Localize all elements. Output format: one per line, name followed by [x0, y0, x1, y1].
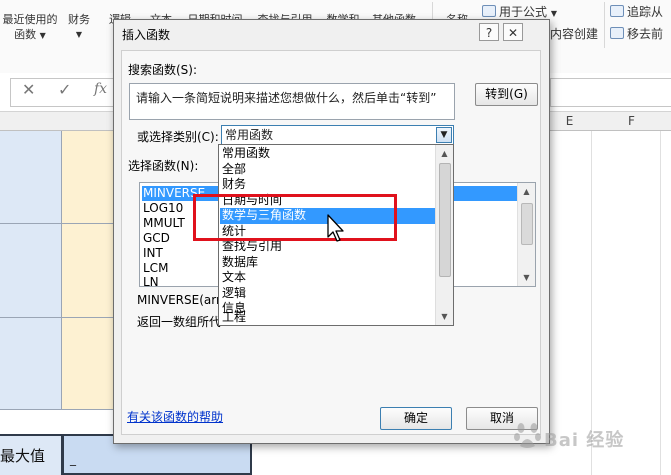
chevron-down-icon: ▼: [550, 9, 557, 18]
list-item[interactable]: LN: [142, 275, 221, 286]
use-in-formula-button[interactable]: 用于公式 ▼: [482, 3, 557, 20]
grid-cell[interactable]: [0, 318, 62, 410]
grid-cell[interactable]: [0, 224, 62, 318]
enter-icon[interactable]: ✓: [58, 80, 71, 99]
help-button[interactable]: ?: [479, 23, 499, 41]
scroll-up-icon[interactable]: ▲: [436, 145, 453, 162]
watermark: Bai 经验: [514, 416, 664, 456]
scroll-thumb[interactable]: [439, 163, 451, 277]
ribbon-separator: [604, 2, 605, 48]
scroll-thumb[interactable]: [521, 203, 533, 245]
mouse-cursor-icon: [327, 214, 344, 242]
search-input[interactable]: 请输入一条简短说明来描述您想做什么，然后单击“转到”: [129, 83, 455, 120]
paw-logo-icon: [514, 423, 541, 448]
cancel-icon[interactable]: ✕: [22, 80, 35, 99]
formula-input[interactable]: [550, 78, 671, 107]
category-select[interactable]: 常用函数 ▼: [221, 125, 454, 145]
scroll-up-icon[interactable]: ▲: [518, 183, 535, 200]
dropdown-item[interactable]: 逻辑: [220, 286, 438, 302]
category-label: 或选择类别(C):: [137, 130, 219, 144]
remove-arrows-icon: [610, 27, 624, 39]
close-icon[interactable]: ✕: [503, 23, 523, 41]
column-header-e[interactable]: E: [547, 112, 593, 131]
chevron-down-icon: ▼: [39, 31, 46, 40]
dropdown-item[interactable]: 常用函数: [220, 146, 438, 162]
trace-precedents-icon: [610, 5, 624, 17]
dropdown-item[interactable]: 工程: [220, 310, 438, 324]
dialog-title: 插入函数: [122, 28, 171, 42]
dropdown-item[interactable]: 文本: [220, 270, 438, 286]
list-item[interactable]: INT: [142, 246, 221, 261]
formula-icon: [482, 5, 496, 17]
function-list-scrollbar[interactable]: ▲ ▼: [517, 183, 535, 286]
watermark-text: Bai 经验: [544, 430, 625, 451]
search-label: 搜索函数(S):: [128, 63, 198, 77]
chevron-down-icon: ▼: [75, 30, 83, 39]
function-syntax: MINVERSE(arr: [137, 293, 221, 307]
dropdown-item[interactable]: 全部: [220, 162, 438, 178]
fx-icon[interactable]: fx: [94, 81, 107, 97]
dropdown-scrollbar[interactable]: ▲ ▼: [435, 145, 453, 325]
max-label-cell[interactable]: 最大值: [0, 434, 62, 475]
help-link[interactable]: 有关该函数的帮助: [127, 408, 223, 425]
go-button[interactable]: 转到(G): [475, 83, 538, 106]
finance-button[interactable]: 财务 ▼: [62, 12, 96, 42]
grid-cell[interactable]: [0, 131, 62, 224]
trace-precedents-button[interactable]: 追踪从: [610, 3, 663, 20]
column-header-f[interactable]: F: [592, 112, 671, 131]
remove-arrows-button[interactable]: 移去前: [610, 25, 663, 42]
list-item[interactable]: LCM: [142, 261, 221, 276]
dropdown-item[interactable]: 财务: [220, 177, 438, 193]
annotation-highlight-box: [193, 194, 397, 241]
column-header[interactable]: [0, 112, 63, 131]
function-description: 返回一数组所代: [137, 315, 222, 329]
chevron-down-icon[interactable]: ▼: [436, 127, 452, 143]
dropdown-item[interactable]: 数据库: [220, 255, 438, 271]
select-function-label: 选择函数(N):: [128, 159, 199, 173]
scroll-down-icon[interactable]: ▼: [436, 308, 453, 325]
recent-functions-button[interactable]: 最近使用的 函数 ▼: [0, 12, 60, 43]
ok-button[interactable]: 确定: [380, 407, 452, 430]
create-from-selection-button[interactable]: 内容创建: [550, 25, 598, 42]
scroll-down-icon[interactable]: ▼: [518, 269, 535, 286]
